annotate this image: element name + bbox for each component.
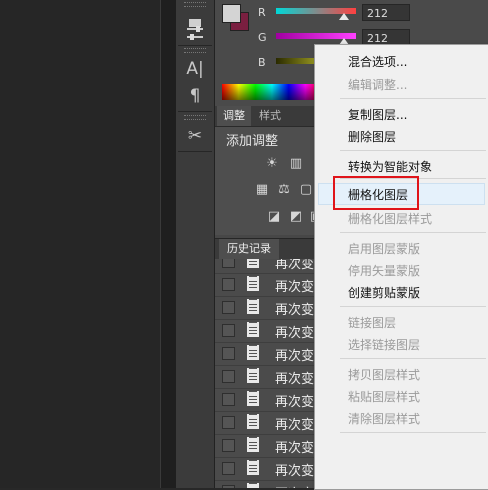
- menu-item[interactable]: 清除图层样式: [348, 410, 420, 427]
- red-value-field[interactable]: 212: [362, 4, 410, 21]
- document-icon: [247, 345, 259, 360]
- menu-separator: [340, 150, 486, 151]
- paragraph-icon[interactable]: ¶: [176, 83, 214, 109]
- document-icon: [247, 259, 259, 268]
- panel-toolstrip: A| ¶ ✂: [176, 0, 215, 488]
- invert-icon[interactable]: ◪: [266, 210, 282, 224]
- menu-separator: [340, 232, 486, 233]
- menu-item[interactable]: 链接图层: [348, 314, 396, 331]
- history-snapshot-checkbox[interactable]: [222, 370, 235, 383]
- character-icon[interactable]: A|: [176, 56, 214, 82]
- menu-item[interactable]: 编辑调整...: [348, 76, 407, 93]
- menu-separator: [340, 98, 486, 99]
- menu-item[interactable]: 选择链接图层: [348, 336, 420, 353]
- document-icon: [247, 414, 259, 429]
- document-canvas[interactable]: [0, 0, 160, 488]
- history-snapshot-checkbox[interactable]: [222, 393, 235, 406]
- history-snapshot-checkbox[interactable]: [222, 324, 235, 337]
- history-snapshot-checkbox[interactable]: [222, 439, 235, 452]
- document-icon: [247, 460, 259, 475]
- document-icon: [247, 299, 259, 314]
- black-white-icon[interactable]: ▢: [298, 183, 314, 197]
- menu-item[interactable]: 创建剪贴蒙版: [348, 284, 420, 301]
- history-snapshot-checkbox[interactable]: [222, 259, 235, 268]
- red-slider-thumb[interactable]: [339, 13, 349, 20]
- toolstrip-divider: [178, 151, 212, 152]
- hue-saturation-icon[interactable]: ▦: [254, 183, 270, 197]
- menu-separator: [340, 358, 486, 359]
- menu-separator: [340, 432, 486, 433]
- green-label: G: [258, 31, 267, 44]
- history-snapshot-checkbox[interactable]: [222, 347, 235, 360]
- document-icon: [247, 437, 259, 452]
- red-label: R: [258, 6, 266, 19]
- toolstrip-divider: [178, 111, 212, 112]
- menu-item[interactable]: 停用矢量蒙版: [348, 262, 420, 279]
- tools-icon[interactable]: ✂: [176, 123, 214, 149]
- menu-item[interactable]: 删除图层: [348, 128, 396, 145]
- toolstrip-grip[interactable]: [184, 48, 206, 53]
- toolstrip-grip[interactable]: [184, 2, 206, 7]
- menu-item[interactable]: 拷贝图层样式: [348, 366, 420, 383]
- color-spectrum-shade: [222, 84, 322, 100]
- history-snapshot-checkbox[interactable]: [222, 462, 235, 475]
- menu-item[interactable]: 混合选项...: [348, 53, 407, 70]
- tab-adjustments[interactable]: 调整: [217, 106, 251, 126]
- color-balance-icon[interactable]: ⚖: [276, 183, 292, 197]
- foreground-color-swatch[interactable]: [222, 4, 241, 23]
- document-icon: [247, 483, 259, 488]
- menu-item[interactable]: 复制图层...: [348, 106, 407, 123]
- toolstrip-divider: [178, 45, 212, 46]
- annotation-highlight-box: [333, 176, 419, 210]
- menu-item[interactable]: 转换为智能对象: [348, 158, 432, 175]
- history-snapshot-checkbox[interactable]: [222, 416, 235, 429]
- tab-history[interactable]: 历史记录: [219, 239, 279, 259]
- toolstrip-grip[interactable]: [184, 115, 206, 120]
- history-snapshot-checkbox[interactable]: [222, 301, 235, 314]
- menu-item[interactable]: 栅格化图层样式: [348, 210, 432, 227]
- document-icon: [247, 322, 259, 337]
- tab-styles[interactable]: 样式: [253, 106, 287, 126]
- menu-separator: [340, 306, 486, 307]
- levels-icon[interactable]: ▥: [288, 157, 304, 171]
- canvas-scroll-edge: [160, 0, 177, 488]
- document-icon: [247, 368, 259, 383]
- blue-label: B: [258, 56, 266, 69]
- posterize-icon[interactable]: ◩: [288, 210, 304, 224]
- brightness-icon[interactable]: ☀: [264, 157, 280, 171]
- sliders-icon[interactable]: [176, 20, 214, 46]
- history-snapshot-checkbox[interactable]: [222, 278, 235, 291]
- document-icon: [247, 391, 259, 406]
- document-icon: [247, 276, 259, 291]
- menu-item[interactable]: 粘贴图层样式: [348, 388, 420, 405]
- adjustments-title: 添加调整: [226, 134, 279, 149]
- menu-item[interactable]: 启用图层蒙版: [348, 240, 420, 257]
